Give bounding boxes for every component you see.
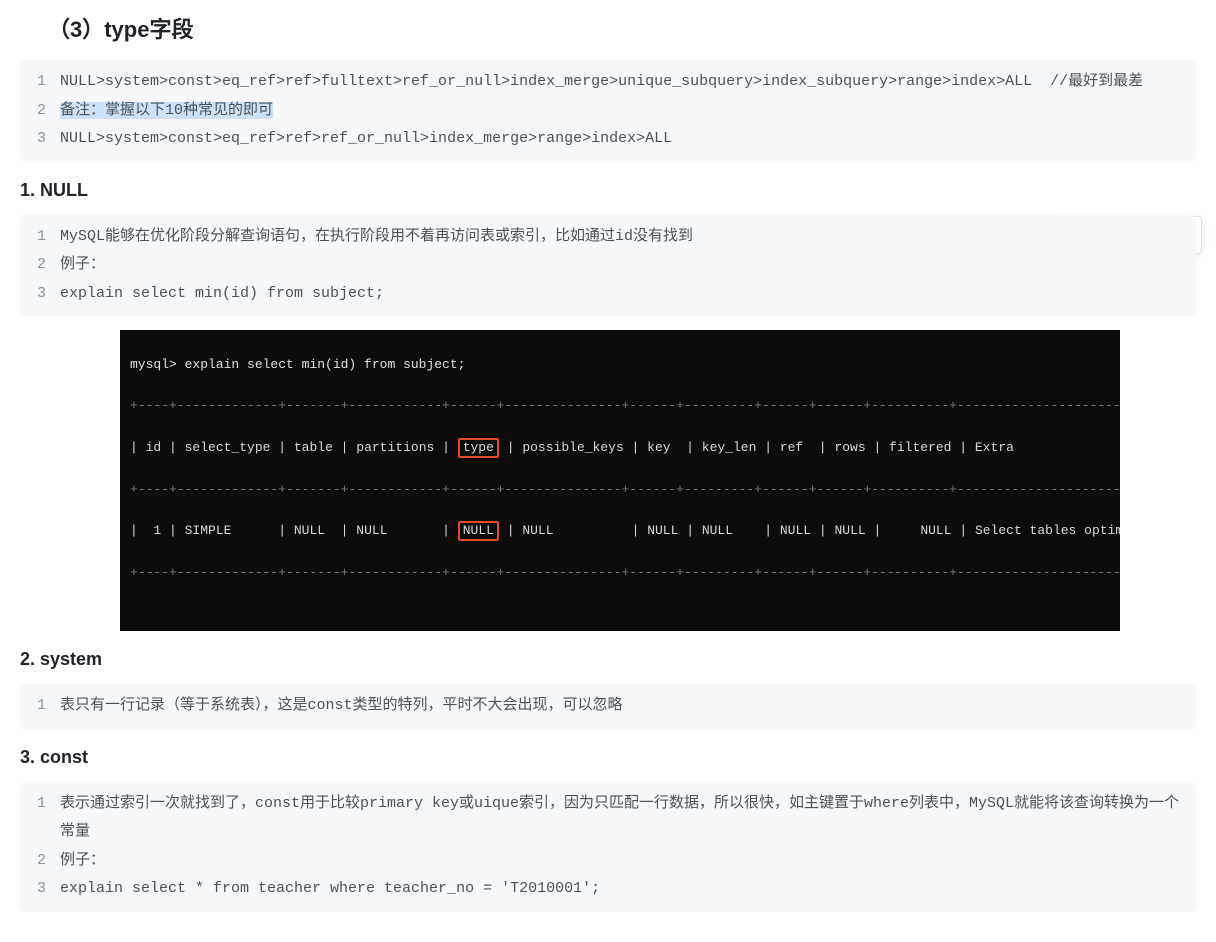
line-number: 3 [20, 125, 60, 154]
highlighted-text: 备注：掌握以下10种常见的即可 [60, 102, 273, 119]
subsection-title-system: 2. system [20, 649, 1196, 670]
terminal-separator: +----+-------------+-------+------------… [130, 563, 1110, 584]
line-number: 3 [20, 875, 60, 904]
code-block-system: 1 表只有一行记录（等于系统表），这是const类型的特列，平时不大会出现，可以… [20, 684, 1196, 729]
code-text: NULL>system>const>eq_ref>ref>ref_or_null… [60, 125, 1196, 154]
line-number: 1 [20, 223, 60, 252]
code-text: 例子： [60, 847, 1196, 876]
line-number: 2 [20, 97, 60, 126]
code-text: 表只有一行记录（等于系统表），这是const类型的特列，平时不大会出现，可以忽略 [60, 692, 1196, 721]
code-text: 表示通过索引一次就找到了，const用于比较primary key或uique索… [60, 790, 1196, 847]
terminal-prompt: mysql> explain select min(id) from subje… [130, 355, 1110, 376]
line-number: 2 [20, 251, 60, 280]
line-number: 1 [20, 692, 60, 721]
terminal-separator: +----+-------------+-------+------------… [130, 396, 1110, 417]
code-block-null: 1 MySQL能够在优化阶段分解查询语句，在执行阶段用不着再访问表或索引，比如通… [20, 215, 1196, 317]
code-block-type-summary: 1 NULL>system>const>eq_ref>ref>fulltext>… [20, 60, 1196, 162]
terminal-output-null: mysql> explain select min(id) from subje… [120, 330, 1120, 631]
subsection-title-const: 3. const [20, 747, 1196, 768]
terminal-separator: +----+-------------+-------+------------… [130, 480, 1110, 501]
code-text: 备注：掌握以下10种常见的即可 [60, 97, 1196, 126]
type-column-highlight: type [458, 438, 499, 458]
code-text: MySQL能够在优化阶段分解查询语句，在执行阶段用不着再访问表或索引，比如通过i… [60, 223, 1196, 252]
terminal-data-row: | 1 | SIMPLE | NULL | NULL | NULL | NULL… [130, 521, 1110, 542]
section-title: （3）type字段 [48, 12, 1196, 44]
line-number: 1 [20, 790, 60, 819]
code-block-const: 1 表示通过索引一次就找到了，const用于比较primary key或uiqu… [20, 782, 1196, 912]
subsection-title-null: 1. NULL [20, 180, 1196, 201]
line-number: 1 [20, 68, 60, 97]
line-number: 2 [20, 847, 60, 876]
line-number: 3 [20, 280, 60, 309]
code-text: 例子： [60, 251, 1196, 280]
terminal-header-row: | id | select_type | table | partitions … [130, 438, 1110, 459]
code-text: explain select min(id) from subject; [60, 280, 1196, 309]
code-text: NULL>system>const>eq_ref>ref>fulltext>re… [60, 68, 1196, 97]
code-text: explain select * from teacher where teac… [60, 875, 1196, 904]
type-value-highlight: NULL [458, 521, 499, 541]
